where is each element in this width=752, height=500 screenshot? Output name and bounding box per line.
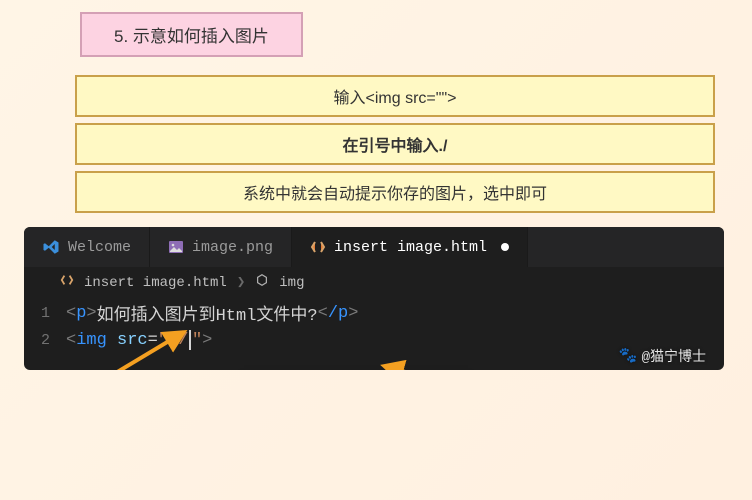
html-file-icon bbox=[310, 239, 326, 255]
attr-value-end: " bbox=[192, 331, 202, 350]
text-cursor bbox=[189, 330, 191, 350]
paw-icon: 🐾 bbox=[619, 349, 638, 364]
tag-img: img bbox=[76, 331, 107, 350]
angle-bracket: < bbox=[318, 304, 328, 323]
image-file-icon bbox=[168, 239, 184, 255]
symbol-icon bbox=[255, 273, 269, 292]
angle-bracket: > bbox=[86, 304, 96, 323]
annotation-arrow-right bbox=[374, 358, 474, 370]
angle-bracket: > bbox=[348, 304, 358, 323]
chevron-right-icon: ❯ bbox=[237, 274, 245, 291]
html-file-icon bbox=[60, 273, 74, 292]
tab-insert-html[interactable]: insert image.html bbox=[292, 227, 528, 267]
tab-label: insert image.html bbox=[334, 239, 487, 256]
vscode-icon bbox=[42, 238, 60, 256]
instruction-2: 在引号中输入./ bbox=[75, 123, 715, 165]
tab-label: Welcome bbox=[68, 239, 131, 256]
angle-bracket: < bbox=[66, 331, 76, 350]
attr-value-start: "./ bbox=[158, 331, 189, 350]
tag-p-close: /p bbox=[328, 304, 348, 323]
breadcrumb[interactable]: insert image.html ❯ img bbox=[24, 267, 724, 296]
equals: = bbox=[148, 331, 158, 350]
tab-image[interactable]: image.png bbox=[150, 227, 292, 267]
dirty-indicator-icon bbox=[501, 243, 509, 251]
code-line-1[interactable]: 1 <p>如何插入图片到Html文件中?</p> bbox=[24, 298, 724, 328]
breadcrumb-element: img bbox=[279, 275, 304, 291]
vscode-editor: Welcome image.png insert image.html inse… bbox=[24, 227, 724, 370]
tab-welcome[interactable]: Welcome bbox=[24, 227, 150, 267]
attr-src: src bbox=[117, 331, 148, 350]
line-number: 1 bbox=[24, 305, 66, 322]
line-number: 2 bbox=[24, 332, 66, 349]
section-title: 5. 示意如何插入图片 bbox=[80, 12, 303, 57]
tag-p-open: p bbox=[76, 304, 86, 323]
watermark-text: @猫宁博士 bbox=[642, 346, 706, 366]
tab-label: image.png bbox=[192, 239, 273, 256]
instruction-3: 系统中就会自动提示你存的图片，选中即可 bbox=[75, 171, 715, 213]
instruction-1: 输入<img src=""> bbox=[75, 75, 715, 117]
breadcrumb-file: insert image.html bbox=[84, 275, 227, 291]
editor-tabs: Welcome image.png insert image.html bbox=[24, 227, 724, 267]
angle-bracket: < bbox=[66, 304, 76, 323]
watermark: 🐾 @猫宁博士 bbox=[619, 346, 706, 366]
angle-bracket: > bbox=[202, 331, 212, 350]
text-content: 如何插入图片到Html文件中? bbox=[97, 300, 318, 326]
